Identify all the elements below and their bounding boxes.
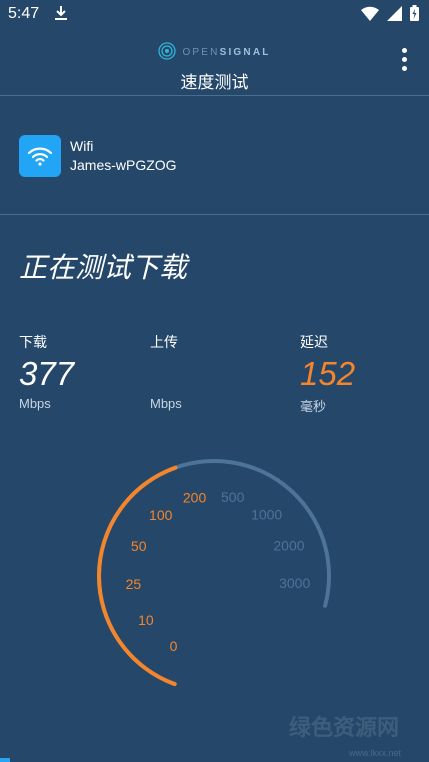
more-vert-icon xyxy=(401,48,407,53)
page-title: 速度测试 xyxy=(180,73,249,93)
header-divider xyxy=(0,95,429,96)
gauge-tick-label: 10 xyxy=(138,612,154,628)
cell-signal-icon xyxy=(387,5,402,25)
gauge-tick-label: 200 xyxy=(183,489,207,505)
latency-label: 延迟 xyxy=(300,335,328,351)
download-notification-icon xyxy=(54,5,68,25)
network-divider xyxy=(0,214,429,215)
overflow-menu-button[interactable] xyxy=(399,48,409,74)
wifi-icon xyxy=(19,135,61,177)
wifi-signal-icon xyxy=(361,6,379,25)
download-label: 下载 xyxy=(19,335,47,351)
watermark-url: www.lkxx.net xyxy=(348,748,401,758)
progress-indicator xyxy=(0,758,10,762)
status-bar: 5:47 xyxy=(0,0,429,30)
watermark-logo: 绿色资源网 xyxy=(288,715,399,740)
latency-unit: 毫秒 xyxy=(300,399,327,414)
upload-metric: 上传 Mbps xyxy=(150,332,182,411)
download-value: 377 xyxy=(19,355,75,392)
latency-metric: 延迟 152 毫秒 xyxy=(300,332,355,415)
gauge-tick-label: 25 xyxy=(126,576,142,592)
gauge-tick-label: 3000 xyxy=(279,575,310,591)
battery-icon xyxy=(410,5,419,25)
download-metric: 下载 377 Mbps xyxy=(19,332,74,411)
opensignal-logo: OPENSIGNAL xyxy=(0,42,429,63)
gauge-tick-label: 0 xyxy=(170,638,178,654)
upload-unit: Mbps xyxy=(150,396,182,411)
network-type: Wifi xyxy=(70,138,94,154)
gauge-tick-label: 1000 xyxy=(251,506,282,522)
network-ssid: James-wPGZOG xyxy=(70,157,177,173)
gauge-tick-label: 2000 xyxy=(273,537,304,553)
gauge-tick-label: 500 xyxy=(221,489,245,505)
network-info: Wifi James-wPGZOG xyxy=(19,135,177,177)
test-status-heading: 正在测试下载 xyxy=(19,251,188,284)
gauge-tick-label: 50 xyxy=(131,538,147,554)
status-time: 5:47 xyxy=(8,5,40,22)
download-unit: Mbps xyxy=(19,396,51,411)
opensignal-mark-icon xyxy=(158,42,177,63)
upload-label: 上传 xyxy=(150,335,178,351)
latency-value: 152 xyxy=(300,355,356,392)
gauge-tick-label: 100 xyxy=(149,507,173,523)
upload-value xyxy=(150,356,182,392)
app-bar: OPENSIGNAL 速度测试 xyxy=(0,30,429,95)
